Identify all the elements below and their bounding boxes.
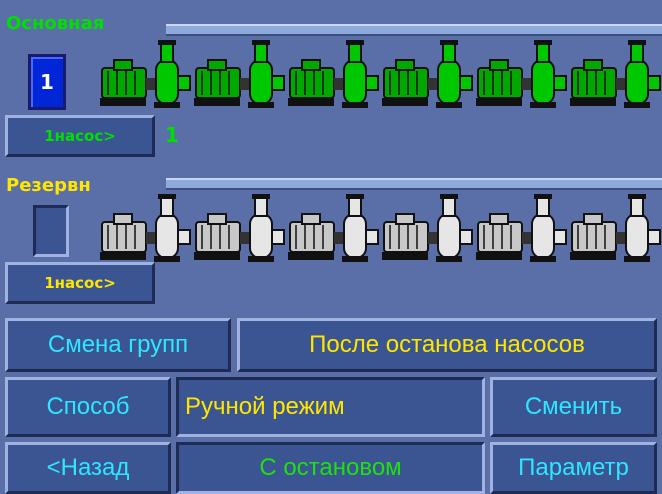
main-pump-icon	[570, 40, 661, 108]
main-pump-icon	[382, 40, 473, 108]
reserve-pump-icon	[476, 194, 567, 262]
back-button[interactable]: <Назад	[5, 442, 171, 494]
main-pump-icon	[194, 40, 285, 108]
parameter-button[interactable]: Параметр	[490, 442, 657, 494]
main-pump-icon	[288, 40, 379, 108]
main-pump-icon	[476, 40, 567, 108]
group-change-value[interactable]: После останова насосов	[237, 318, 657, 372]
reserve-pipe	[166, 178, 662, 190]
reserve-pump-graphics	[100, 194, 661, 262]
main-pump-graphics	[100, 40, 661, 108]
main-pipe	[166, 24, 662, 36]
main-group-title: Основная	[6, 13, 105, 34]
main-pump-number: 1	[165, 123, 179, 147]
reserve-pump-icon	[100, 194, 191, 262]
reserve-pump-icon	[288, 194, 379, 262]
main-pump-row	[96, 38, 662, 112]
reserve-group-title: Резервн	[6, 175, 91, 196]
stop-mode-value: С остановом	[176, 442, 485, 494]
reserve-pump-count-box[interactable]	[33, 205, 69, 257]
reserve-pump-icon	[382, 194, 473, 262]
main-pump-count-box[interactable]: 1	[28, 54, 66, 110]
reserve-pump-select-button[interactable]: 1насос>	[5, 262, 155, 304]
reserve-pump-row	[96, 192, 662, 266]
group-change-label: Смена групп	[5, 318, 231, 372]
change-button[interactable]: Сменить	[490, 377, 657, 437]
reserve-pump-icon	[194, 194, 285, 262]
method-label: Способ	[5, 377, 171, 437]
main-pump-select-button[interactable]: 1насос>	[5, 115, 155, 157]
method-value: Ручной режим	[176, 377, 485, 437]
main-pump-icon	[100, 40, 191, 108]
reserve-pump-icon	[570, 194, 661, 262]
